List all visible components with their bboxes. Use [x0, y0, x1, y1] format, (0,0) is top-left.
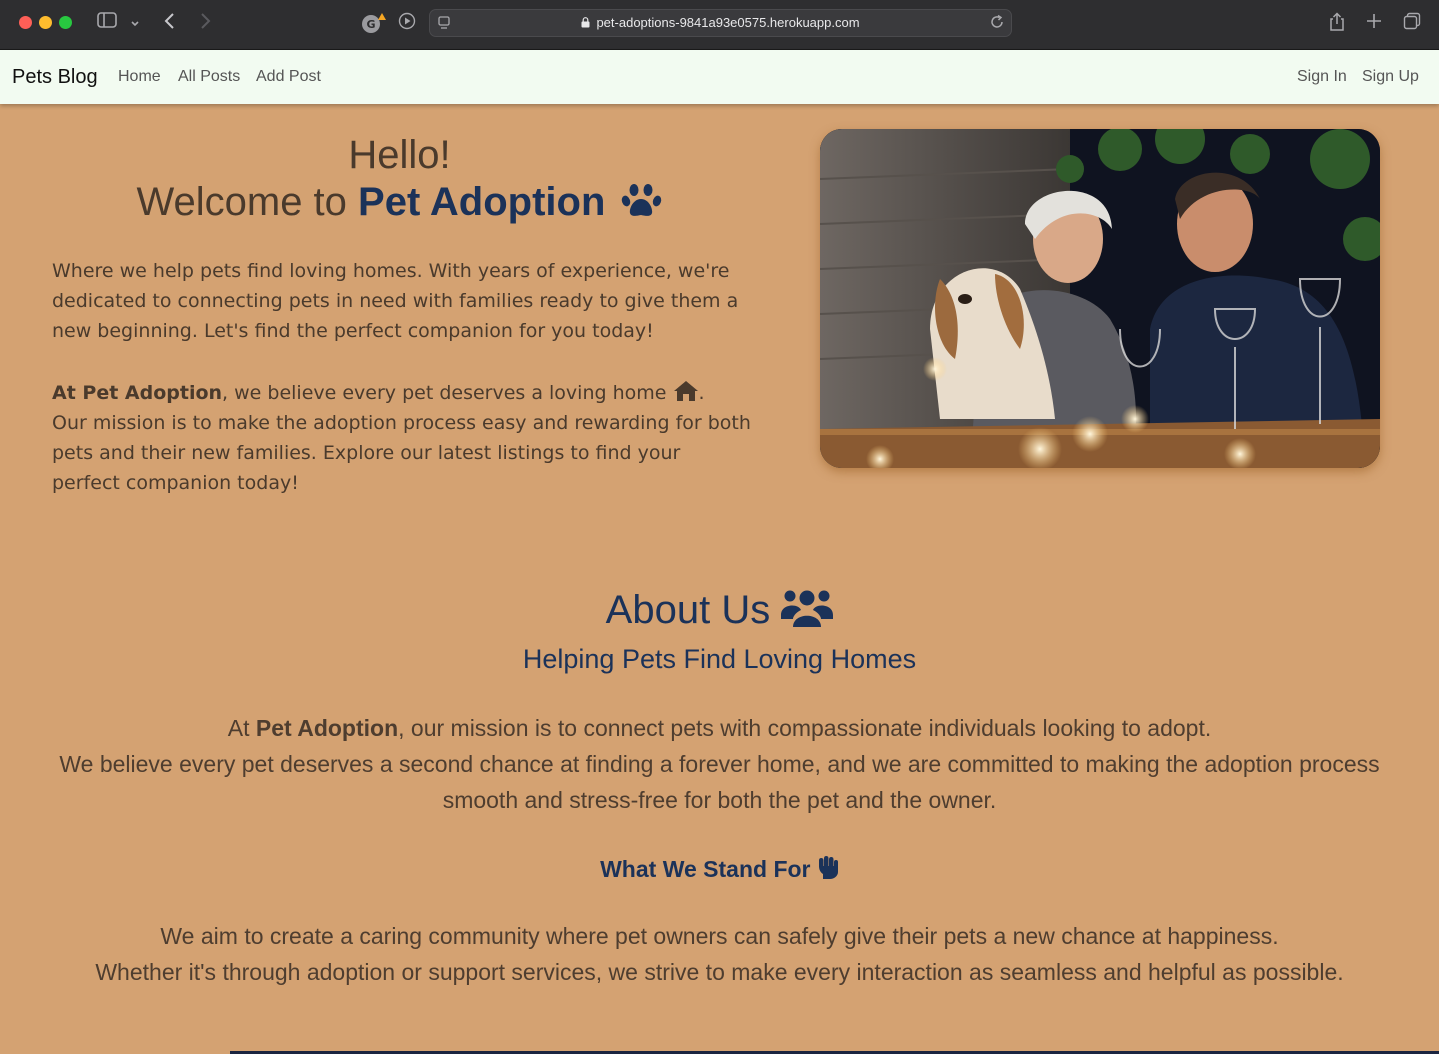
nav-add-post[interactable]: Add Post: [256, 68, 321, 86]
nav-all-posts[interactable]: All Posts: [178, 68, 240, 86]
welcome-prefix: Welcome to: [136, 180, 359, 224]
about-p1-prefix: At: [227, 715, 256, 741]
stand-title-text: What We Stand For: [600, 856, 811, 882]
about-paragraph-2-line2: Whether it's through adoption or support…: [95, 959, 1344, 985]
hero-mission: Our mission is to make the adoption proc…: [52, 412, 751, 494]
about-p1-rest: , our mission is to connect pets with co…: [398, 715, 1212, 741]
address-bar[interactable]: pet-adoptions-9841a93e0575.herokuapp.com: [429, 9, 1012, 37]
forward-icon[interactable]: [198, 12, 212, 35]
zoom-window-button[interactable]: [59, 16, 72, 29]
nav-home[interactable]: Home: [118, 68, 161, 86]
reload-icon[interactable]: [989, 14, 1005, 35]
paw-icon: [621, 184, 661, 217]
nav-sign-up[interactable]: Sign Up: [1362, 68, 1419, 86]
about-title: About Us: [0, 588, 1439, 633]
hero-intro: Where we help pets find loving homes. Wi…: [52, 260, 739, 342]
users-icon: [781, 590, 834, 628]
hero-photo: [820, 129, 1380, 468]
brand-link[interactable]: Pets Blog: [12, 66, 98, 89]
site-navbar: Pets Blog Home All Posts Add Post Sign I…: [0, 50, 1439, 104]
nav-sign-in[interactable]: Sign In: [1297, 68, 1347, 86]
about-p1-bold: Pet Adoption: [255, 715, 399, 741]
about-paragraph-1-line2: We believe every pet deserves a second c…: [59, 751, 1380, 813]
share-icon[interactable]: [1328, 12, 1346, 37]
minimize-window-button[interactable]: [39, 16, 52, 29]
fist-icon: [818, 856, 838, 880]
svg-text:G: G: [366, 18, 375, 31]
about-paragraph-2: We aim to create a caring community wher…: [160, 923, 1279, 949]
stand-title: What We Stand For: [0, 856, 1439, 883]
belief-text: , we believe every pet deserves a loving…: [222, 382, 673, 404]
main-content: Hello! Welcome to Pet Adoption Where we …: [0, 104, 1439, 1054]
about-title-text: About Us: [605, 588, 771, 632]
home-icon: [673, 381, 698, 401]
new-tab-icon[interactable]: [1365, 12, 1383, 35]
sidebar-toggle-icon[interactable]: [97, 12, 117, 33]
belief-bold: At Pet Adoption: [52, 382, 223, 404]
about-paragraph-1: At Pet Adoption, our mission is to conne…: [40, 710, 1399, 746]
lock-icon: [581, 17, 590, 28]
welcome-brand: Pet Adoption: [358, 180, 606, 224]
hero-hello: Hello!: [348, 133, 451, 177]
tab-overview-icon[interactable]: [1403, 12, 1421, 35]
belief-end: .: [698, 382, 705, 404]
browser-toolbar: G pet-adoptions-9841a93e0575.herokuapp.c…: [0, 0, 1439, 50]
hero-welcome: Welcome to Pet Adoption: [52, 177, 747, 227]
chevron-down-icon[interactable]: [130, 14, 140, 34]
close-window-button[interactable]: [19, 16, 32, 29]
hero-belief: At Pet Adoption, we believe every pet de…: [52, 378, 752, 408]
grammarly-extension-icon[interactable]: G: [361, 12, 387, 39]
url-text: pet-adoptions-9841a93e0575.herokuapp.com: [596, 15, 860, 30]
reader-play-icon[interactable]: [398, 12, 416, 35]
back-icon[interactable]: [163, 12, 177, 35]
about-subtitle: Helping Pets Find Loving Homes: [522, 644, 917, 674]
